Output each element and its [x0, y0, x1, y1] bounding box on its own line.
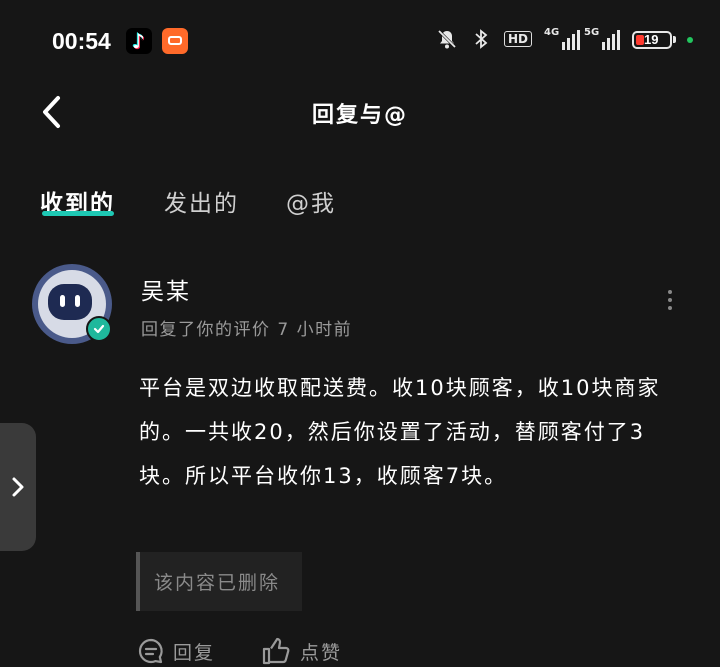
side-drawer-handle[interactable] — [0, 423, 36, 551]
like-label: 点赞 — [300, 641, 343, 664]
mute-icon — [437, 29, 457, 49]
verified-icon — [86, 316, 112, 342]
quoted-content[interactable]: 该内容已删除 — [136, 552, 302, 611]
status-bar: 00:54 HD 4G 5G 19 — [0, 0, 720, 80]
signal-5g-icon: 5G — [584, 28, 621, 50]
quoted-text: 该内容已删除 — [154, 572, 281, 594]
like-button[interactable]: 点赞 — [262, 636, 342, 666]
kuaikan-icon — [162, 28, 188, 54]
hd-icon: HD — [504, 31, 533, 47]
tab-mentions[interactable]: @我 — [286, 184, 336, 218]
battery-icon: 19 — [632, 31, 672, 49]
battery-level: 19 — [644, 32, 659, 47]
bluetooth-icon — [475, 29, 488, 49]
tab-active-indicator — [42, 211, 114, 216]
username[interactable]: 吴某 — [141, 272, 191, 306]
comment-icon — [138, 638, 163, 664]
thumbs-up-icon — [262, 637, 290, 665]
reply-label: 回复 — [173, 641, 216, 664]
more-options-button[interactable] — [660, 290, 680, 316]
comment-text[interactable]: 平台是双边收取配送费。收10块顾客，收10块商家的。一共收20，然后你设置了活动… — [139, 366, 679, 498]
chevron-right-icon — [12, 477, 24, 497]
charging-dot — [687, 37, 693, 43]
tiktok-icon — [126, 28, 152, 54]
notification-meta: 回复了你的评价 7 小时前 — [141, 320, 353, 340]
battery-tip — [673, 36, 676, 43]
signal-4g-icon: 4G — [544, 28, 581, 50]
status-time: 00:54 — [52, 28, 111, 54]
page-title: 回复与@ — [311, 103, 408, 128]
reply-button[interactable]: 回复 — [137, 636, 215, 666]
tab-sent[interactable]: 发出的 — [164, 184, 239, 218]
